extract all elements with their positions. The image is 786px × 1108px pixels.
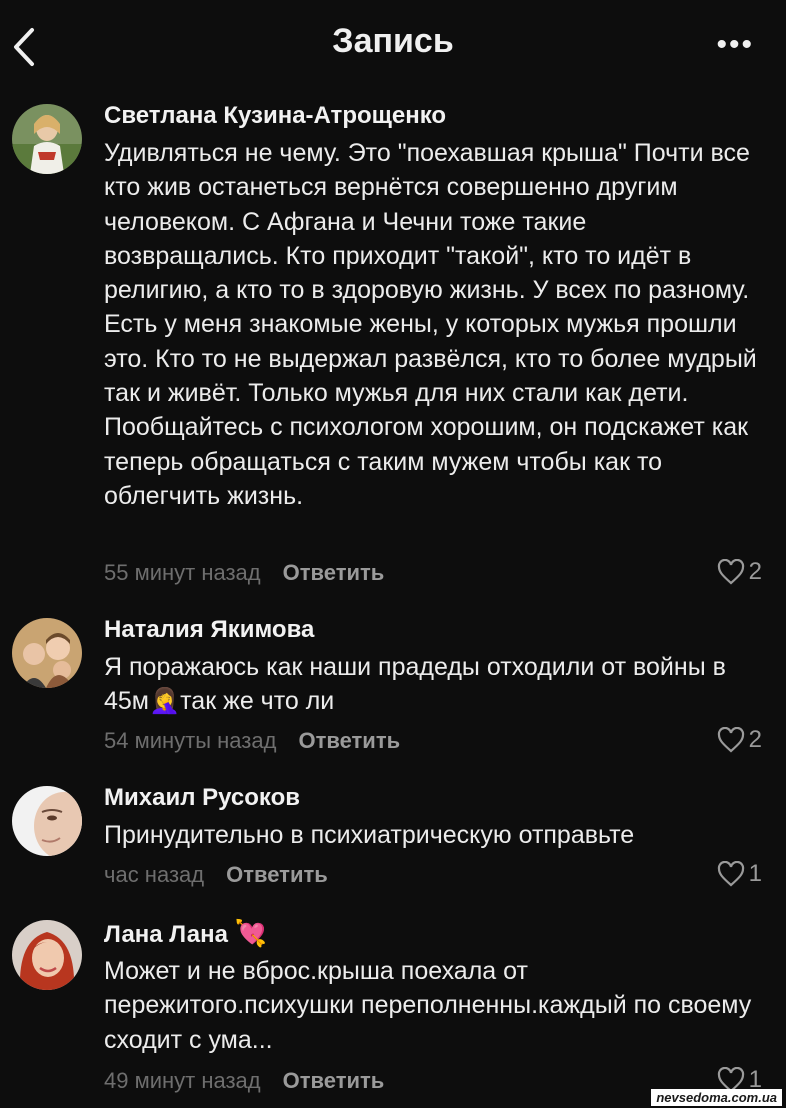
reply-button[interactable]: Ответить xyxy=(298,728,400,753)
avatar[interactable] xyxy=(12,104,82,174)
comment-item: Наталия Якимова Я поражаюсь как наши пра… xyxy=(0,608,786,768)
page-title: Запись xyxy=(332,22,454,60)
comment-author[interactable]: Светлана Кузина-Атрощенко xyxy=(104,102,446,130)
watermark: nevsedoma.com.ua xyxy=(651,1089,782,1106)
heart-icon xyxy=(717,861,744,887)
author-name: Лана Лана xyxy=(104,921,228,948)
comment-meta: 54 минуты назад Ответить xyxy=(104,728,400,754)
user-avatar-icon xyxy=(12,786,82,856)
comment-text: Я поражаюсь как наши прадеды отходили от… xyxy=(104,650,764,719)
comment-item: Михаил Русоков Принудительно в психиатри… xyxy=(0,778,786,898)
heart-icon xyxy=(717,727,744,753)
like-button[interactable]: 1 xyxy=(717,860,762,888)
like-button[interactable]: 2 xyxy=(717,726,762,754)
comment-text: Может и не вброс.крыша поехала от пережи… xyxy=(104,957,752,1054)
comment-author[interactable]: Лана Лана 💘 xyxy=(104,918,267,949)
top-bar: Запись ••• xyxy=(0,0,786,95)
comment-time: 54 минуты назад xyxy=(104,728,277,753)
reply-button[interactable]: Ответить xyxy=(283,1068,385,1093)
avatar[interactable] xyxy=(12,618,82,688)
more-options-button[interactable]: ••• xyxy=(716,28,754,62)
like-button[interactable]: 2 xyxy=(717,558,762,586)
comment-text-part: так же что ли xyxy=(180,687,335,716)
comment-text: Удивляться не чему. Это "поехавшая крыша… xyxy=(104,139,757,510)
comment-time: 49 минут назад xyxy=(104,1068,261,1093)
user-avatar-icon xyxy=(12,920,82,990)
avatar[interactable] xyxy=(12,786,82,856)
user-avatar-icon xyxy=(12,618,82,688)
reply-button[interactable]: Ответить xyxy=(283,560,385,585)
comment-item: Лана Лана 💘 Может и не вброс.крыша поеха… xyxy=(0,908,786,1108)
comment-author[interactable]: Михаил Русоков xyxy=(104,784,300,812)
like-count: 2 xyxy=(748,726,762,753)
user-avatar-icon xyxy=(12,104,82,174)
like-count: 2 xyxy=(748,558,762,585)
comment-meta: 49 минут назад Ответить xyxy=(104,1068,384,1094)
comment-meta: час назад Ответить xyxy=(104,862,328,888)
avatar[interactable] xyxy=(12,920,82,990)
comment-text: Принудительно в психиатрическую отправьт… xyxy=(104,821,635,849)
heart-icon xyxy=(717,559,744,585)
comment-item: Светлана Кузина-Атрощенко Удивляться не … xyxy=(0,96,786,596)
facepalm-emoji-icon: 🤦‍♀️ xyxy=(149,687,181,716)
heart-arrow-emoji-icon: 💘 xyxy=(234,918,267,948)
comment-time: 55 минут назад xyxy=(104,560,261,585)
comment-meta: 55 минут назад Ответить xyxy=(104,560,384,586)
reply-button[interactable]: Ответить xyxy=(226,862,328,887)
comment-author[interactable]: Наталия Якимова xyxy=(104,616,314,644)
comment-time: час назад xyxy=(104,862,205,887)
like-count: 1 xyxy=(748,860,762,887)
